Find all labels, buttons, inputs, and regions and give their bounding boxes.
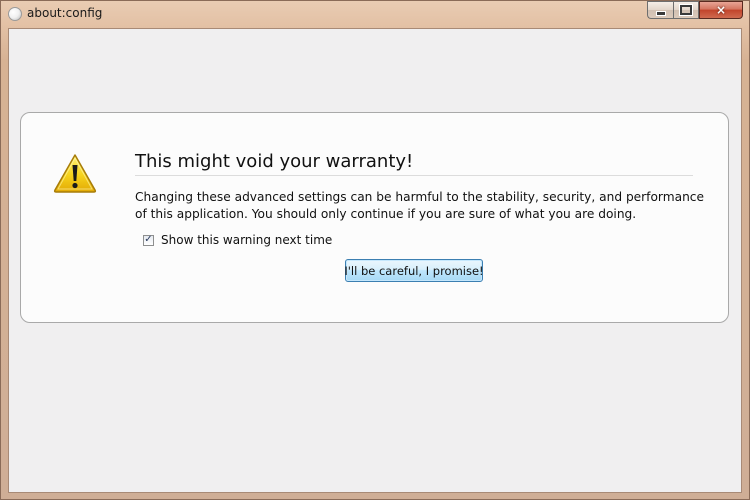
warning-message: Changing these advanced settings can be … [135,190,704,221]
proceed-button[interactable]: I'll be careful, I promise! [344,259,484,282]
warning-triangle-icon [53,154,97,193]
show-warning-checkbox[interactable]: ✓ [143,234,154,246]
page-content: This might void your warranty! Changing … [8,28,742,493]
show-warning-label[interactable]: Show this warning next time [161,233,332,247]
browser-window: about:config × This might void your warr… [0,0,750,500]
close-button[interactable]: × [699,1,743,19]
window-bottom-border [1,493,749,500]
show-warning-checkbox-row[interactable]: ✓ Show this warning next time [143,232,332,248]
warning-heading: This might void your warranty! [135,151,693,176]
minimize-button[interactable] [647,1,673,19]
title-bar[interactable]: about:config × [1,1,749,28]
window-controls: × [647,1,743,20]
maximize-button[interactable] [673,1,699,19]
maximize-icon [680,5,692,15]
app-icon[interactable] [8,7,22,21]
warning-panel: This might void your warranty! Changing … [20,112,729,323]
minimize-icon [655,10,666,16]
window-title: about:config [27,6,103,20]
close-icon: × [715,3,727,17]
